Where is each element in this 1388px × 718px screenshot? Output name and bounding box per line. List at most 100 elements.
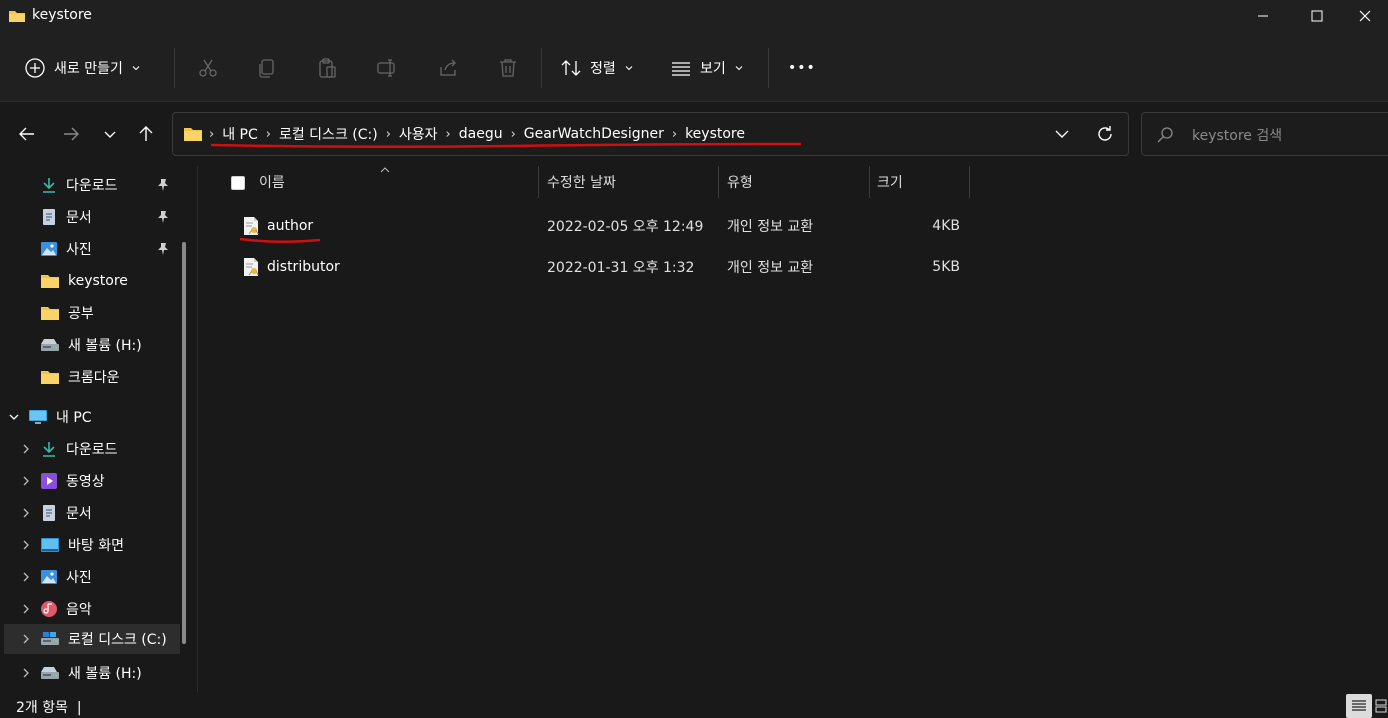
sidebar-item-desktop[interactable]: 바탕 화면 <box>20 530 180 560</box>
select-all-checkbox[interactable] <box>231 176 245 190</box>
download-icon <box>43 442 55 457</box>
drive-icon <box>41 632 59 645</box>
sidebar-item-pc-volume-h[interactable]: 새 볼륨 (H:) <box>20 658 180 688</box>
column-header-name[interactable]: 이름 <box>259 166 285 198</box>
rename-icon <box>377 59 395 77</box>
window-title: keystore <box>32 7 92 23</box>
breadcrumb-separator[interactable]: › <box>264 127 273 142</box>
chevron-right-icon[interactable] <box>20 603 32 615</box>
tiles-view-button[interactable] <box>1374 694 1388 718</box>
cut-button[interactable] <box>196 56 220 80</box>
delete-button[interactable] <box>496 56 520 80</box>
chevron-down-icon[interactable] <box>8 411 20 423</box>
details-view-button[interactable] <box>1346 694 1372 718</box>
breadcrumb-separator[interactable]: › <box>444 127 453 142</box>
chevron-right-icon[interactable] <box>20 507 32 519</box>
pin-icon[interactable] <box>156 242 170 256</box>
column-divider[interactable] <box>869 166 870 198</box>
refresh-icon <box>1098 126 1112 141</box>
chevron-right-icon[interactable] <box>20 539 32 551</box>
chevron-right-icon[interactable] <box>20 571 32 583</box>
chevron-right-icon[interactable] <box>20 443 32 455</box>
table-row[interactable]: distributor 2022-01-31 오후 1:32 개인 정보 교환 … <box>198 247 1388 287</box>
file-type: 개인 정보 교환 <box>727 219 814 235</box>
table-row[interactable]: author 2022-02-05 오후 12:49 개인 정보 교환 4KB <box>198 206 1388 246</box>
search-placeholder: keystore 검색 <box>1192 128 1283 144</box>
refresh-button[interactable] <box>1095 124 1115 144</box>
view-button[interactable]: 보기 <box>670 56 744 80</box>
sort-button[interactable]: 정렬 <box>560 56 634 80</box>
column-divider[interactable] <box>718 166 719 198</box>
toolbar-divider <box>541 48 542 88</box>
sidebar-item-volume-h[interactable]: 새 볼륨 (H:) <box>40 330 180 360</box>
document-icon <box>43 505 55 521</box>
certificate-file-icon <box>244 217 259 235</box>
folder-icon <box>41 371 59 384</box>
close-button[interactable] <box>1342 0 1388 32</box>
breadcrumb-item[interactable]: keystore <box>679 126 751 142</box>
toolbar-divider <box>174 48 175 88</box>
file-list: 이름 수정한 날짜 유형 크기 author 2022-02-05 오후 12:… <box>198 166 1388 692</box>
rename-button[interactable] <box>375 56 399 80</box>
breadcrumb-separator[interactable]: › <box>509 127 518 142</box>
address-dropdown-button[interactable] <box>1053 125 1071 143</box>
paste-button[interactable] <box>315 56 339 80</box>
details-view-icon <box>1352 700 1366 711</box>
minimize-button[interactable] <box>1240 0 1286 32</box>
breadcrumb-item[interactable]: GearWatchDesigner <box>518 126 670 142</box>
file-type: 개인 정보 교환 <box>727 260 814 276</box>
sidebar-item-local-disk-c[interactable]: 로컬 디스크 (C:) <box>4 624 180 654</box>
column-divider[interactable] <box>969 166 970 198</box>
music-icon <box>41 601 57 617</box>
column-header-modified[interactable]: 수정한 날짜 <box>547 166 616 198</box>
file-name[interactable]: distributor <box>267 247 340 287</box>
breadcrumb-separator[interactable]: › <box>384 127 393 142</box>
plus-circle-icon <box>25 58 45 78</box>
search-input[interactable]: keystore 검색 <box>1141 112 1388 156</box>
sidebar-item-videos[interactable]: 동영상 <box>20 466 180 496</box>
item-count-text: 2개 항목 <box>16 700 68 716</box>
sort-label: 정렬 <box>590 61 616 77</box>
sidebar-item-this-pc[interactable]: 내 PC <box>8 402 178 432</box>
column-divider[interactable] <box>538 166 539 198</box>
forward-button[interactable] <box>60 123 82 145</box>
view-label: 보기 <box>700 61 726 77</box>
search-icon <box>1156 126 1174 144</box>
column-header-type[interactable]: 유형 <box>727 166 753 198</box>
chevron-down-icon <box>132 66 140 71</box>
sidebar-item-label: 다운로드 <box>66 442 118 458</box>
red-underline-annotation <box>211 142 801 149</box>
share-button[interactable] <box>436 56 460 80</box>
copy-button[interactable] <box>255 56 279 80</box>
pin-icon[interactable] <box>156 210 170 224</box>
sidebar-item-label: keystore <box>68 273 128 289</box>
sidebar-item-pc-pictures[interactable]: 사진 <box>20 562 180 592</box>
chevron-down-icon <box>735 66 743 71</box>
navigation-bar: › 내 PC › 로컬 디스크 (C:) › 사용자 › daegu › Gea… <box>0 103 1388 165</box>
breadcrumb-separator[interactable]: › <box>670 127 679 142</box>
sidebar-scrollbar[interactable] <box>182 242 186 644</box>
toolbar-divider <box>768 48 769 88</box>
pin-icon[interactable] <box>156 178 170 192</box>
up-button[interactable] <box>135 123 157 145</box>
chevron-right-icon[interactable] <box>20 667 32 679</box>
back-button[interactable] <box>16 123 38 145</box>
chevron-right-icon[interactable] <box>20 633 32 645</box>
maximize-button[interactable] <box>1294 0 1340 32</box>
sidebar-item-chrome-downloads[interactable]: 크롬다운 <box>40 362 180 392</box>
download-icon <box>43 178 55 193</box>
recent-locations-button[interactable] <box>99 123 121 145</box>
file-modified: 2022-02-05 오후 12:49 <box>547 219 704 235</box>
sidebar-item-pc-downloads[interactable]: 다운로드 <box>20 434 180 464</box>
breadcrumb-item[interactable]: daegu <box>453 126 509 142</box>
new-button[interactable]: 새로 만들기 <box>24 56 141 80</box>
column-header-size[interactable]: 크기 <box>877 166 903 198</box>
sidebar-item-keystore[interactable]: keystore <box>40 266 180 296</box>
sidebar-item-study[interactable]: 공부 <box>40 298 180 328</box>
address-bar[interactable]: › 내 PC › 로컬 디스크 (C:) › 사용자 › daegu › Gea… <box>172 112 1129 156</box>
sidebar-item-music[interactable]: 음악 <box>20 594 180 624</box>
sidebar-item-pc-documents[interactable]: 문서 <box>20 498 180 528</box>
more-options-button[interactable]: ••• <box>788 56 816 80</box>
chevron-right-icon[interactable] <box>20 475 32 487</box>
maximize-icon <box>1311 10 1323 22</box>
